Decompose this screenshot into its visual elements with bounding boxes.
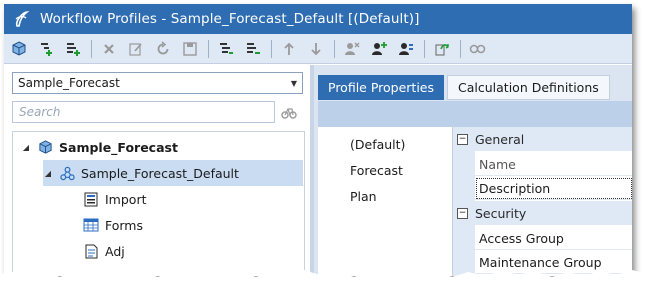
- tree-item-label: Import: [105, 191, 147, 207]
- tree-item-workflow-profile[interactable]: ◢ Sample_Forecast_Default: [43, 160, 303, 186]
- toolbar-separator: [271, 39, 272, 58]
- category-security[interactable]: − Security: [453, 201, 632, 225]
- tree-item-label: Adj: [105, 243, 125, 259]
- search-input[interactable]: [13, 104, 274, 120]
- profile-tree: ◢ Sample_Forecast ◢ Sample_Forecast_Defa…: [12, 131, 305, 276]
- toolbar-separator: [460, 39, 461, 58]
- toolbar-separator: [334, 39, 335, 58]
- property-label: Description: [479, 180, 551, 196]
- toolbar-separator: [208, 39, 209, 58]
- search-box[interactable]: [12, 101, 275, 123]
- tree-item-cube[interactable]: ◢ Sample_Forecast: [21, 134, 301, 160]
- tab-calculation-definitions[interactable]: Calculation Definitions: [447, 75, 610, 100]
- property-label: Access Group: [479, 230, 564, 246]
- cube-icon[interactable]: [8, 38, 30, 60]
- scenario-type-forecast[interactable]: Forecast: [350, 163, 403, 178]
- save-icon[interactable]: [179, 38, 201, 60]
- add-user-icon[interactable]: [368, 38, 390, 60]
- category-label: Security: [475, 205, 527, 221]
- move-down-icon[interactable]: [305, 38, 327, 60]
- scenario-type-list: (Default) Forecast Plan: [318, 127, 452, 276]
- copy-icon[interactable]: [431, 38, 453, 60]
- property-access-group[interactable]: Access Group: [475, 227, 632, 250]
- move-up-icon[interactable]: [278, 38, 300, 60]
- indent-icon[interactable]: [215, 38, 237, 60]
- tab-bar: Profile Properties Calculation Definitio…: [318, 75, 613, 100]
- tree-item-import[interactable]: Import: [83, 186, 283, 212]
- window-title: Workflow Profiles - Sample_Forecast_Defa…: [40, 11, 420, 27]
- title-bar: Workflow Profiles - Sample_Forecast_Defa…: [4, 4, 632, 34]
- tree-item-label: Forms: [105, 217, 144, 233]
- refresh-icon[interactable]: [152, 38, 174, 60]
- tree-item-label: Sample_Forecast_Default: [81, 165, 239, 181]
- toolbar: [4, 34, 632, 64]
- torn-edge-decoration: [0, 270, 663, 295]
- user-settings-icon[interactable]: [395, 38, 417, 60]
- rename-icon[interactable]: [125, 38, 147, 60]
- property-label: Name: [479, 156, 516, 172]
- tree-item-adj[interactable]: Adj: [83, 238, 283, 264]
- cube-select-value: Sample_Forecast: [18, 76, 120, 90]
- collapse-arrow-icon[interactable]: ◢: [43, 169, 53, 178]
- collapse-arrow-icon[interactable]: ◢: [21, 143, 31, 152]
- outdent-icon[interactable]: [242, 38, 264, 60]
- add-child-icon[interactable]: [62, 38, 84, 60]
- profile-details-pane: Profile Properties Calculation Definitio…: [314, 65, 632, 276]
- import-icon: [83, 191, 99, 207]
- tab-profile-properties[interactable]: Profile Properties: [318, 75, 445, 100]
- cube-icon: [37, 139, 53, 155]
- remove-user-icon[interactable]: [341, 38, 363, 60]
- content-header: [318, 101, 632, 127]
- category-label: General: [475, 131, 525, 147]
- scenario-type-default[interactable]: (Default): [350, 137, 405, 152]
- tree-item-forms[interactable]: Forms: [83, 212, 283, 238]
- property-grid: − General Name Description − Security Ac…: [452, 127, 632, 276]
- workflow-icon: [59, 165, 75, 181]
- cube-select[interactable]: Sample_Forecast ▼: [12, 72, 303, 94]
- toolbar-separator: [91, 39, 92, 58]
- property-gutter: [453, 151, 475, 201]
- collapse-box-icon[interactable]: −: [457, 133, 468, 145]
- scenario-type-plan[interactable]: Plan: [350, 189, 377, 204]
- profile-tree-pane: Sample_Forecast ▼ ◢ Sample_Forecast ◢: [4, 65, 314, 276]
- property-description[interactable]: Description: [475, 177, 632, 200]
- filter-icon[interactable]: [280, 103, 298, 121]
- dropdown-arrow-icon[interactable]: ▼: [286, 79, 302, 88]
- toolbar-separator: [424, 39, 425, 58]
- adjustment-icon: [83, 243, 99, 259]
- delete-icon[interactable]: [98, 38, 120, 60]
- collapse-box-icon[interactable]: −: [457, 207, 468, 219]
- forms-icon: [83, 217, 99, 233]
- workflow-profiles-window: Workflow Profiles - Sample_Forecast_Defa…: [4, 4, 632, 276]
- permissions-icon[interactable]: [467, 38, 489, 60]
- tree-item-label: Sample_Forecast: [59, 139, 178, 155]
- property-name[interactable]: Name: [475, 153, 632, 176]
- category-general[interactable]: − General: [453, 127, 632, 151]
- add-profile-icon[interactable]: [35, 38, 57, 60]
- app-logo-icon: [10, 8, 32, 30]
